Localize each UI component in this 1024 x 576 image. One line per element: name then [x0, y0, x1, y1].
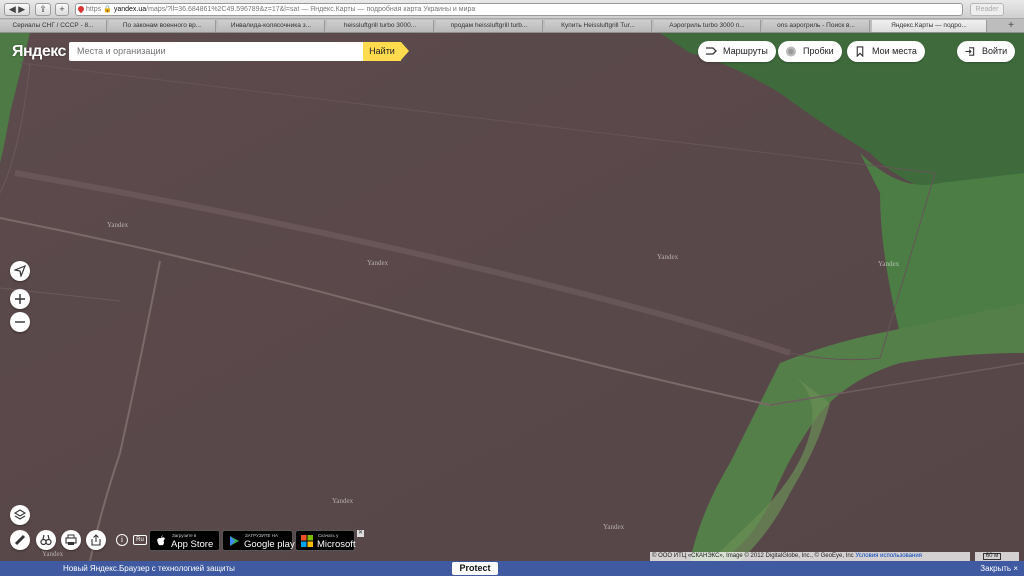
google-play-big-text: Google play: [244, 539, 295, 550]
location-pin-icon: [76, 4, 86, 14]
tab-bar: Сериалы СНГ / СССР - 8... По законам вое…: [0, 19, 1024, 33]
bookmark-icon: [856, 46, 864, 57]
locate-arrow-icon: [14, 265, 26, 277]
login-label: Войти: [982, 46, 1008, 56]
zoom-out-button[interactable]: [10, 312, 30, 332]
plus-icon: [15, 294, 25, 304]
close-badges-icon[interactable]: ✕: [357, 530, 364, 537]
map-scale: 60 м: [975, 552, 1019, 561]
map-watermark: Yandex: [657, 253, 679, 261]
language-switch[interactable]: Ru: [133, 535, 147, 545]
binoculars-icon: [40, 534, 52, 546]
satellite-map[interactable]: Yandex Yandex Yandex Yandex Yandex Yande…: [0, 33, 1024, 561]
map-watermark: Yandex: [332, 497, 354, 505]
printer-icon: [65, 534, 77, 545]
copyright-label: © ООО ИТЦ «СКАНЭКС», Image © 2012 Digita…: [652, 553, 854, 559]
app-store-small-text: Загрузите в: [172, 533, 197, 538]
new-tab-plus-icon[interactable]: +: [55, 3, 69, 16]
tab[interactable]: Сериалы СНГ / СССР - 8...: [0, 20, 107, 32]
banner-close-label: Закрыть: [980, 564, 1012, 573]
map-watermark: Yandex: [603, 523, 625, 531]
traffic-light-icon: [785, 46, 797, 57]
zoom-in-button[interactable]: [10, 289, 30, 309]
login-button[interactable]: Войти: [957, 41, 1016, 62]
info-icon[interactable]: i: [116, 534, 128, 546]
ruler-icon: [14, 534, 26, 546]
traffic-button[interactable]: Пробки: [778, 41, 842, 62]
tab[interactable]: По законам военного вр...: [109, 20, 216, 32]
tab[interactable]: Купить Heissluftgrill Tur...: [545, 20, 652, 32]
search-input[interactable]: [69, 42, 364, 61]
tab[interactable]: ons аэрогриль - Поиск в...: [763, 20, 870, 32]
traffic-label: Пробки: [803, 46, 834, 56]
add-tab-icon[interactable]: +: [1004, 20, 1018, 32]
ruler-button[interactable]: [10, 530, 30, 550]
browser-toolbar: ◀ ▶ ⇪ + https 🔒 yandex.ua/maps/?ll=36.68…: [0, 0, 1024, 19]
lock-icon: 🔒: [103, 6, 112, 13]
url-rest: /maps/?ll=36.684861%2C49.596789&z=17&l=s…: [146, 6, 476, 13]
share-button[interactable]: [86, 530, 106, 550]
banner-message[interactable]: Новый Яндекс.Браузер с технологией защит…: [63, 561, 235, 576]
reader-button[interactable]: Reader: [970, 3, 1004, 16]
url-protocol: https: [86, 6, 102, 13]
microsoft-small-text: Скачать у: [318, 533, 339, 538]
google-play-badge[interactable]: ЗАГРУЗИТЕ НА Google play: [222, 530, 295, 551]
microsoft-big-text: Microsoft: [317, 539, 356, 550]
layers-icon: [14, 509, 26, 520]
tab[interactable]: продам heissluftgrill turb...: [436, 20, 543, 32]
tab[interactable]: Инвалида-колясочника з...: [218, 20, 325, 32]
google-play-icon: [230, 536, 239, 546]
login-icon: [965, 47, 975, 56]
promo-banner: Новый Яндекс.Браузер с технологией защит…: [0, 561, 1024, 576]
scale-label: 60 м: [983, 553, 1001, 560]
layers-button[interactable]: [10, 505, 30, 525]
map-watermark: Yandex: [878, 260, 900, 268]
app-store-big-text: App Store: [171, 539, 214, 550]
windows-icon: [301, 535, 313, 547]
map-watermark: Yandex: [107, 221, 129, 229]
search-button[interactable]: Найти: [363, 42, 409, 61]
app-store-badge[interactable]: Загрузите в App Store: [149, 530, 220, 551]
address-bar[interactable]: https 🔒 yandex.ua/maps/?ll=36.684861%2C4…: [75, 3, 963, 16]
print-button[interactable]: [61, 530, 81, 550]
back-forward-buttons[interactable]: ◀ ▶: [4, 3, 30, 16]
tab[interactable]: heissluftgrill turbo 3000...: [327, 20, 434, 32]
minus-icon: [15, 321, 25, 323]
google-play-small-text: ЗАГРУЗИТЕ НА: [245, 533, 279, 538]
map-imagery: [0, 33, 1024, 561]
banner-close-button[interactable]: Закрыть ×: [980, 561, 1018, 576]
panorama-button[interactable]: [36, 530, 56, 550]
map-watermark: Yandex: [42, 550, 64, 558]
map-watermark: Yandex: [367, 259, 389, 267]
share-icon[interactable]: ⇪: [35, 3, 51, 16]
route-icon: [706, 47, 717, 55]
tab[interactable]: Аэрогриль turbo 3000 п...: [654, 20, 761, 32]
routes-label: Маршруты: [723, 46, 768, 56]
my-places-button[interactable]: Мои места: [847, 41, 925, 62]
tab-active[interactable]: Яндекс.Карты — подро...: [872, 20, 987, 32]
url-host: yandex.ua: [113, 6, 147, 13]
apple-icon: [157, 535, 165, 546]
microsoft-badge[interactable]: Скачать у Microsoft: [295, 530, 356, 551]
routes-button[interactable]: Маршруты: [698, 41, 776, 62]
share-icon: [91, 534, 101, 546]
terms-link[interactable]: Условия использования: [855, 553, 922, 559]
yandex-logo[interactable]: Яндекс: [12, 43, 66, 61]
copyright-text: © ООО ИТЦ «СКАНЭКС», Image © 2012 Digita…: [650, 552, 970, 561]
protect-logo[interactable]: Protect: [452, 562, 498, 575]
my-places-label: Мои места: [872, 46, 917, 56]
geolocation-button[interactable]: [10, 261, 30, 281]
